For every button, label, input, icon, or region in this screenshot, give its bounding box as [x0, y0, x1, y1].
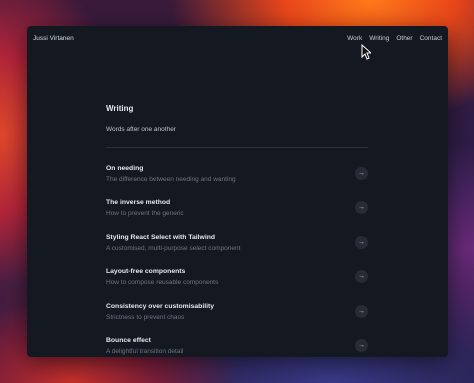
arrow-right-icon[interactable]: →: [355, 338, 368, 352]
post-item-layout-free[interactable]: Layout-free components How to compose re…: [106, 268, 368, 302]
post-description: The difference between needing and wanti…: [106, 176, 236, 183]
post-item-inverse-method[interactable]: The inverse method How to prevent the ge…: [106, 199, 368, 233]
divider: [106, 147, 368, 148]
post-title: Consistency over customisability: [106, 302, 215, 310]
nav-link-work[interactable]: Work: [347, 35, 362, 42]
nav-link-contact[interactable]: Contact: [420, 35, 442, 42]
main-nav: Work Writing Other Contact: [347, 35, 442, 42]
site-header: Jussi Virtanen Work Writing Other Contac…: [27, 26, 448, 50]
post-title: Bounce effect: [106, 336, 151, 344]
post-item-react-select[interactable]: Styling React Select with Tailwind A cus…: [106, 234, 368, 268]
post-title: Layout-free components: [106, 268, 186, 276]
post-item-on-needing[interactable]: On needing The difference between needin…: [106, 165, 368, 199]
post-description: How to compose reusable components: [106, 279, 219, 287]
post-title: On needing: [106, 165, 144, 172]
post-list: On needing The difference between needin…: [106, 165, 368, 357]
site-name-link[interactable]: Jussi Virtanen: [33, 35, 74, 42]
arrow-right-icon[interactable]: →: [355, 235, 368, 249]
mouse-pointer-icon: [361, 44, 371, 60]
post-item-consistency[interactable]: Consistency over customisability Strictn…: [106, 303, 368, 337]
post-title: The inverse method: [106, 199, 171, 207]
post-description: How to prevent the generic: [106, 210, 184, 218]
nav-link-writing[interactable]: Writing: [369, 35, 389, 42]
arrow-right-icon[interactable]: →: [355, 304, 368, 318]
page-subtitle: Words after one another: [106, 126, 176, 133]
page-title: Writing: [106, 104, 134, 113]
post-description: A customised, multi-purpose select compo…: [106, 244, 241, 252]
arrow-right-icon[interactable]: →: [355, 167, 368, 180]
arrow-right-icon[interactable]: →: [355, 201, 368, 215]
post-title: Styling React Select with Tailwind: [106, 233, 216, 241]
post-item-bounce-effect[interactable]: Bounce effect A delightful transition de…: [106, 337, 368, 357]
nav-link-other[interactable]: Other: [396, 35, 412, 42]
arrow-right-icon[interactable]: →: [355, 270, 368, 284]
browser-window: Jussi Virtanen Work Writing Other Contac…: [27, 26, 448, 357]
post-description: A delightful transition detail: [106, 347, 184, 355]
post-description: Strictness to prevent chaos: [106, 313, 185, 321]
